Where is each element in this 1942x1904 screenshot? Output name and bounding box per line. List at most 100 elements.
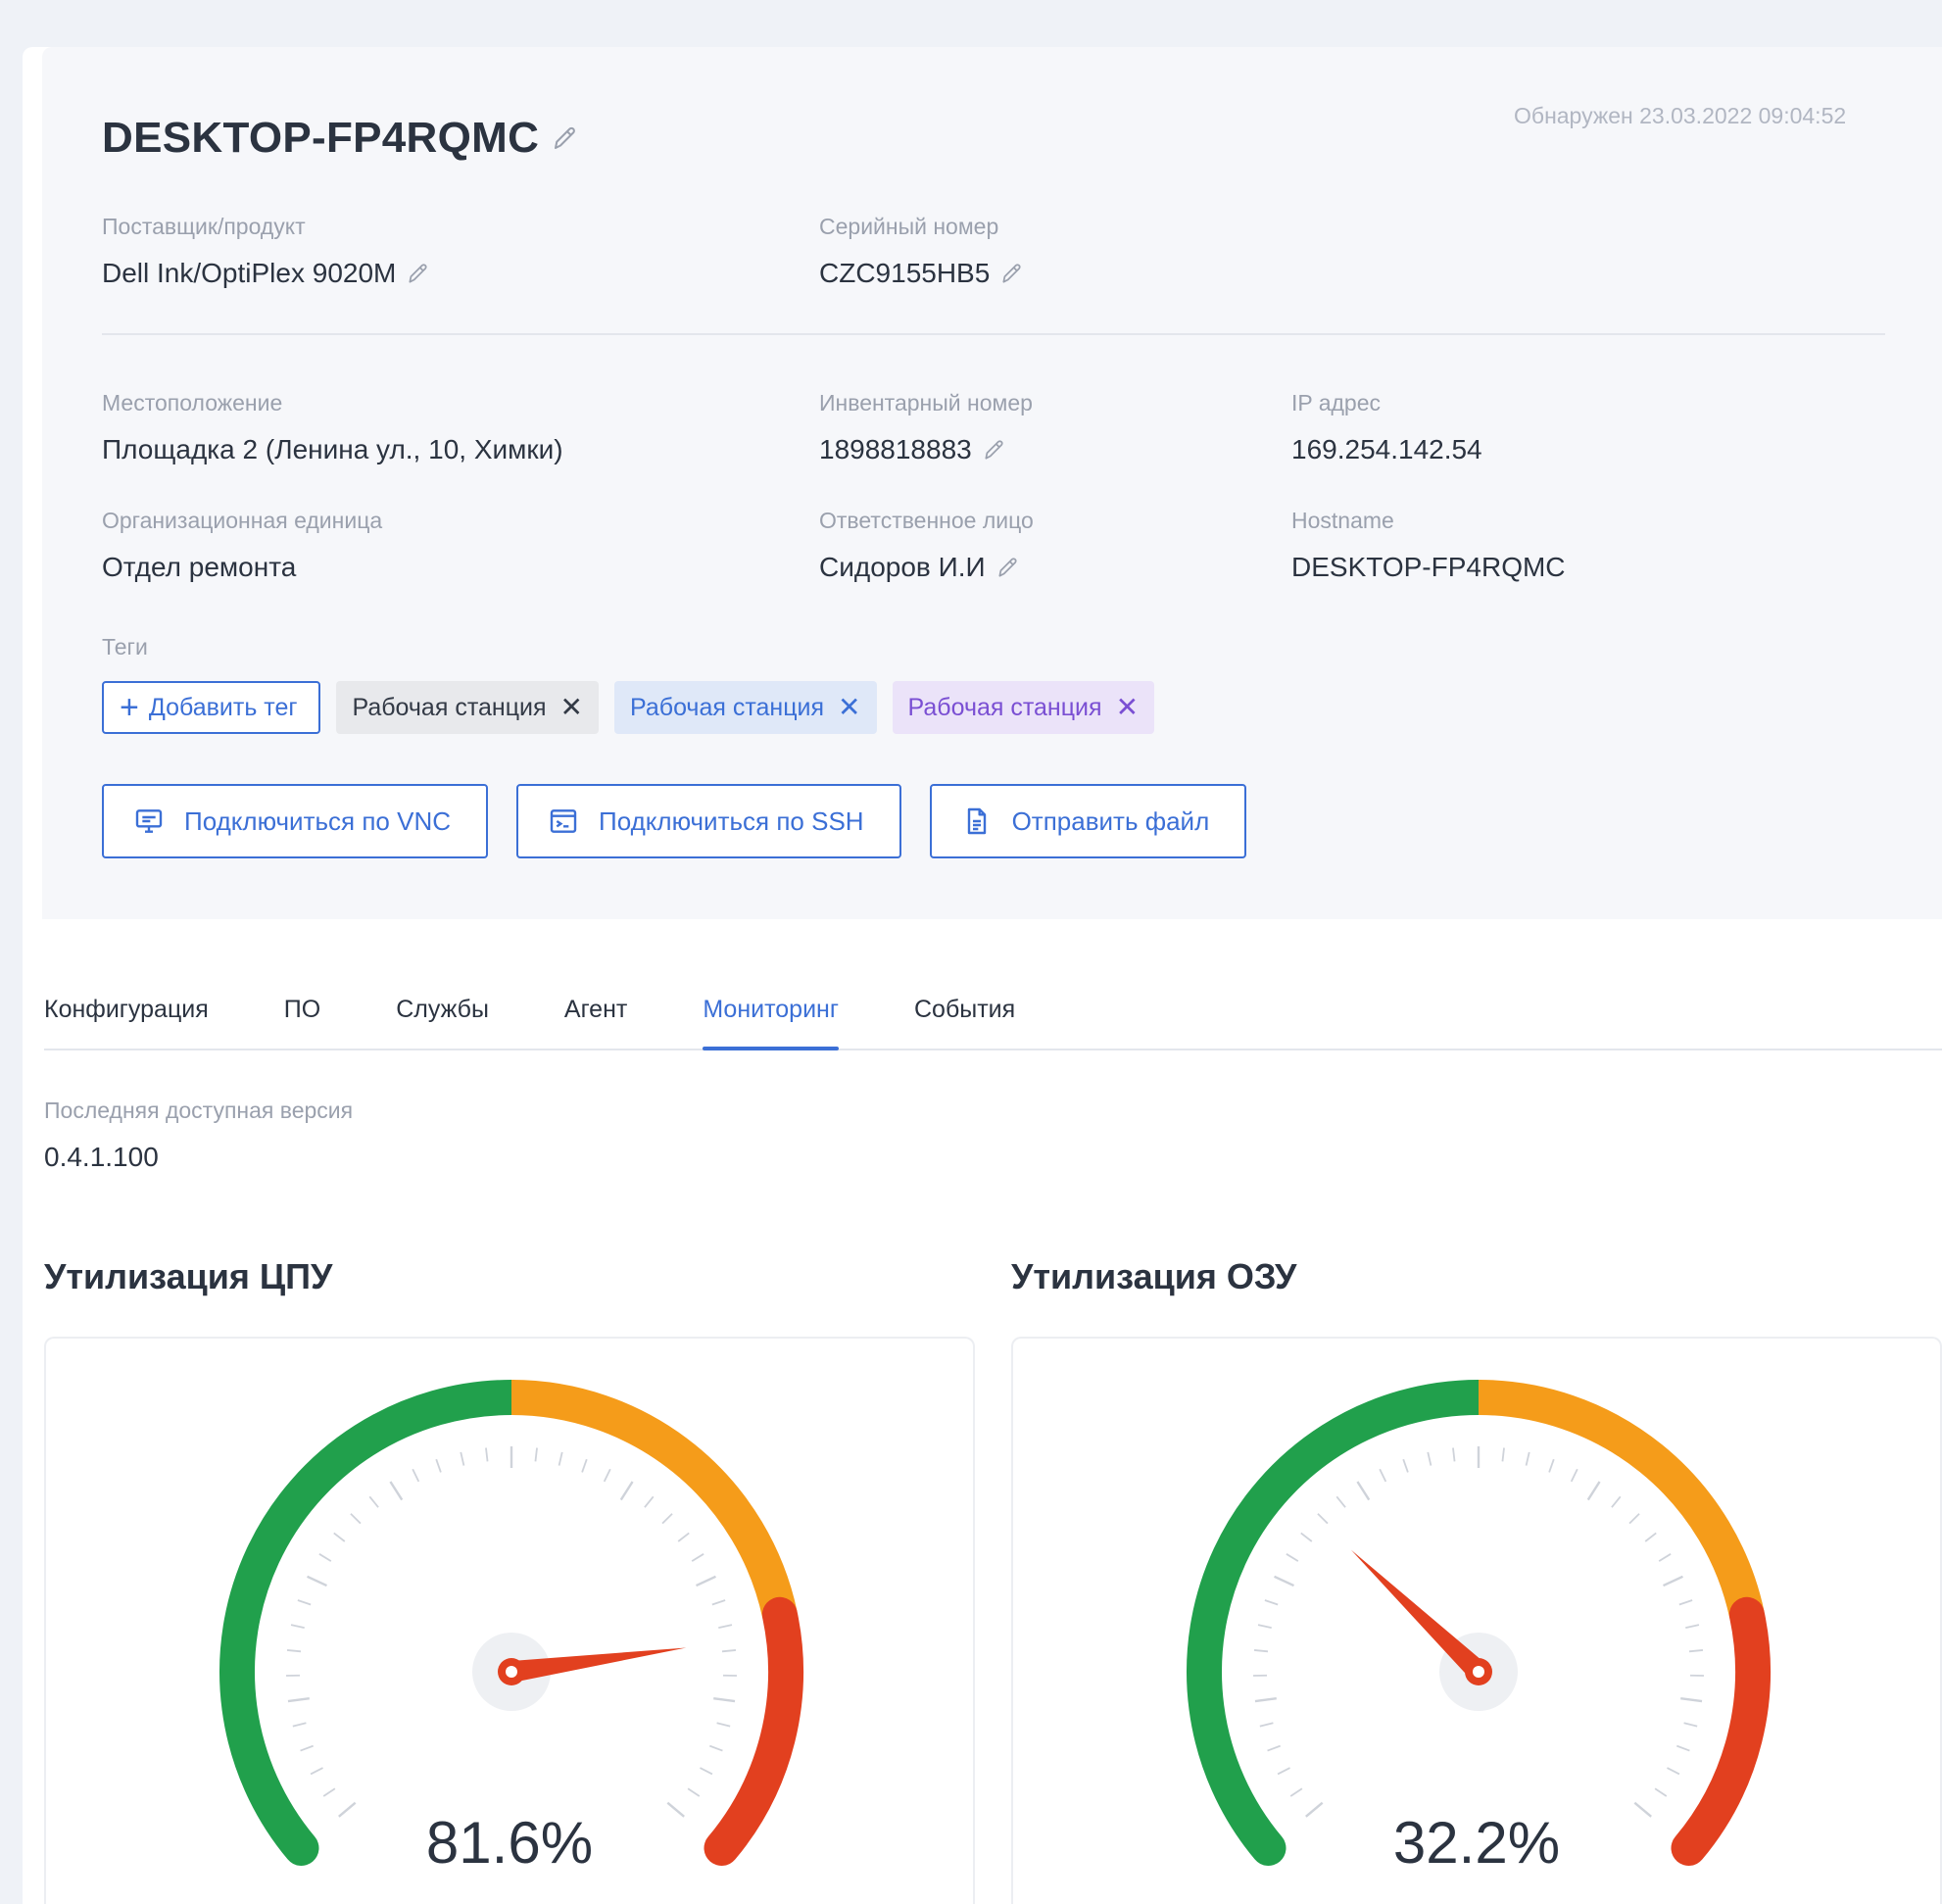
- edit-icon[interactable]: [551, 123, 580, 153]
- tab-events[interactable]: События: [914, 970, 1015, 1049]
- connect-vnc-button[interactable]: Подключиться по VNC: [102, 784, 488, 858]
- cpu-gauge-card: 81.6%: [44, 1337, 975, 1904]
- gauge-tick: [711, 1599, 726, 1606]
- tag-chip[interactable]: Рабочая станция ✕: [336, 681, 599, 734]
- gauge-tick: [350, 1513, 362, 1525]
- edit-icon[interactable]: [982, 437, 1007, 463]
- close-icon[interactable]: ✕: [838, 694, 860, 721]
- field-serial: Серийный номер CZC9155HB5: [819, 214, 1025, 289]
- gauge-tick: [1257, 1624, 1272, 1629]
- field-label: Последняя доступная версия: [44, 1098, 354, 1123]
- edit-icon[interactable]: [995, 555, 1021, 580]
- org-unit-value: Отдел ремонта: [102, 552, 297, 582]
- connect-ssh-label: Подключиться по SSH: [599, 806, 864, 836]
- gauge-tick: [1658, 1553, 1672, 1562]
- divider: [102, 333, 1885, 335]
- field-responsible: Ответственное лицо Сидоров И.И: [819, 508, 1034, 583]
- gauge-tick: [1335, 1495, 1346, 1508]
- close-icon[interactable]: ✕: [1116, 694, 1139, 721]
- connect-ssh-button[interactable]: Подключиться по SSH: [516, 784, 901, 858]
- tab-label: События: [913, 995, 1016, 1023]
- gauge-tick: [1427, 1451, 1432, 1466]
- field-value: Площадка 2 (Ленина ул., 10, Химки): [102, 434, 563, 465]
- field-value: Отдел ремонта: [102, 552, 382, 583]
- gauge-tick: [1611, 1495, 1622, 1508]
- field-location: Местоположение Площадка 2 (Ленина ул., 1…: [102, 390, 563, 465]
- gauge-tick: [721, 1649, 737, 1653]
- gauge-tick: [677, 1532, 690, 1542]
- tag-label: Рабочая станция: [352, 693, 547, 721]
- gauge-tick: [1286, 1553, 1299, 1562]
- tabs-bar: Конфигурация ПО Службы Агент Мониторинг …: [44, 970, 1942, 1050]
- tab-label: Службы: [396, 995, 489, 1023]
- field-vendor: Поставщик/продукт Dell Ink/OptiPlex 9020…: [102, 214, 431, 289]
- gauge-tick: [558, 1451, 563, 1466]
- gauge-tick: [1676, 1744, 1690, 1752]
- field-label: Hostname: [1291, 508, 1394, 533]
- terminal-icon: [550, 809, 577, 833]
- device-title-text: DESKTOP-FP4RQMC: [102, 114, 540, 162]
- gauge-tick: [485, 1447, 489, 1462]
- tab-label: Агент: [563, 995, 628, 1023]
- tag-label: Рабочая станция: [907, 693, 1102, 721]
- discovered-date: Обнаружен 23.03.2022 09:04:52: [1514, 103, 1847, 128]
- tab-label: Мониторинг: [703, 995, 839, 1023]
- gauge-tick: [290, 1624, 305, 1629]
- hostname-value: DESKTOP-FP4RQMC: [1291, 552, 1566, 582]
- field-ip: IP адрес 169.254.142.54: [1291, 390, 1482, 465]
- gauge-tick: [322, 1787, 336, 1797]
- tab-software[interactable]: ПО: [284, 970, 320, 1049]
- gauge-tick: [696, 1575, 716, 1587]
- gauge-tick: [1654, 1787, 1668, 1797]
- ram-utilization-title: Утилизация ОЗУ: [1011, 1256, 1297, 1296]
- gauge-tick: [1253, 1649, 1269, 1653]
- tab-configuration[interactable]: Конфигурация: [44, 970, 209, 1049]
- gauge-tick: [1667, 1767, 1680, 1776]
- tab-agent[interactable]: Агент: [564, 970, 627, 1049]
- gauge-needle-pivot-center: [1473, 1666, 1484, 1678]
- send-file-button[interactable]: Отправить файл: [929, 784, 1247, 858]
- tag-chip[interactable]: Рабочая станция ✕: [614, 681, 877, 734]
- responsible-value: Сидоров И.И: [819, 552, 986, 582]
- location-value: Площадка 2 (Ленина ул., 10, Химки): [102, 434, 563, 464]
- gauge-tick: [1628, 1513, 1640, 1525]
- field-label: Организационная единица: [102, 508, 383, 533]
- gauge-tick: [1356, 1481, 1371, 1501]
- gauge-band-green: [219, 1380, 529, 1866]
- field-hostname: Hostname DESKTOP-FP4RQMC: [1291, 508, 1566, 583]
- gauge-needle-pivot-center: [506, 1666, 517, 1678]
- ram-gauge-value: 32.2%: [1392, 1810, 1561, 1876]
- gauge-tick: [700, 1767, 713, 1776]
- gauge-tick: [333, 1532, 346, 1542]
- ip-value: 169.254.142.54: [1291, 434, 1482, 464]
- gauge-tick: [412, 1468, 420, 1483]
- tab-monitoring[interactable]: Мониторинг: [703, 970, 839, 1050]
- gauge-tick: [307, 1575, 327, 1587]
- close-icon[interactable]: ✕: [560, 694, 583, 721]
- gauge-tick: [287, 1696, 310, 1703]
- add-tag-button[interactable]: + Добавить тег: [102, 681, 321, 734]
- edit-icon[interactable]: [999, 261, 1025, 286]
- gauge-tick: [1254, 1696, 1277, 1703]
- gauge-tick: [581, 1458, 588, 1473]
- file-icon: [967, 807, 986, 835]
- gauge-tick: [300, 1744, 314, 1752]
- gauge-tick: [310, 1767, 323, 1776]
- tab-services[interactable]: Службы: [396, 970, 489, 1049]
- gauge-tick: [460, 1451, 465, 1466]
- gauge-needle: [1350, 1549, 1486, 1680]
- gauge-tick: [1586, 1481, 1601, 1501]
- gauge-tick: [1663, 1575, 1683, 1587]
- gauge-tick: [1300, 1532, 1313, 1542]
- field-label: Поставщик/продукт: [102, 214, 306, 239]
- edit-icon[interactable]: [406, 261, 431, 286]
- tag-label: Рабочая станция: [630, 693, 825, 721]
- serial-value: CZC9155HB5: [819, 258, 991, 288]
- gauge-tick: [1548, 1458, 1555, 1473]
- gauge-tick: [1402, 1458, 1409, 1473]
- ram-gauge-card: 32.2%: [1011, 1337, 1942, 1904]
- gauge-tick: [619, 1481, 634, 1501]
- gauge-tick: [1379, 1468, 1387, 1483]
- field-value: CZC9155HB5: [819, 258, 1025, 289]
- tag-chip[interactable]: Рабочая станция ✕: [892, 681, 1155, 734]
